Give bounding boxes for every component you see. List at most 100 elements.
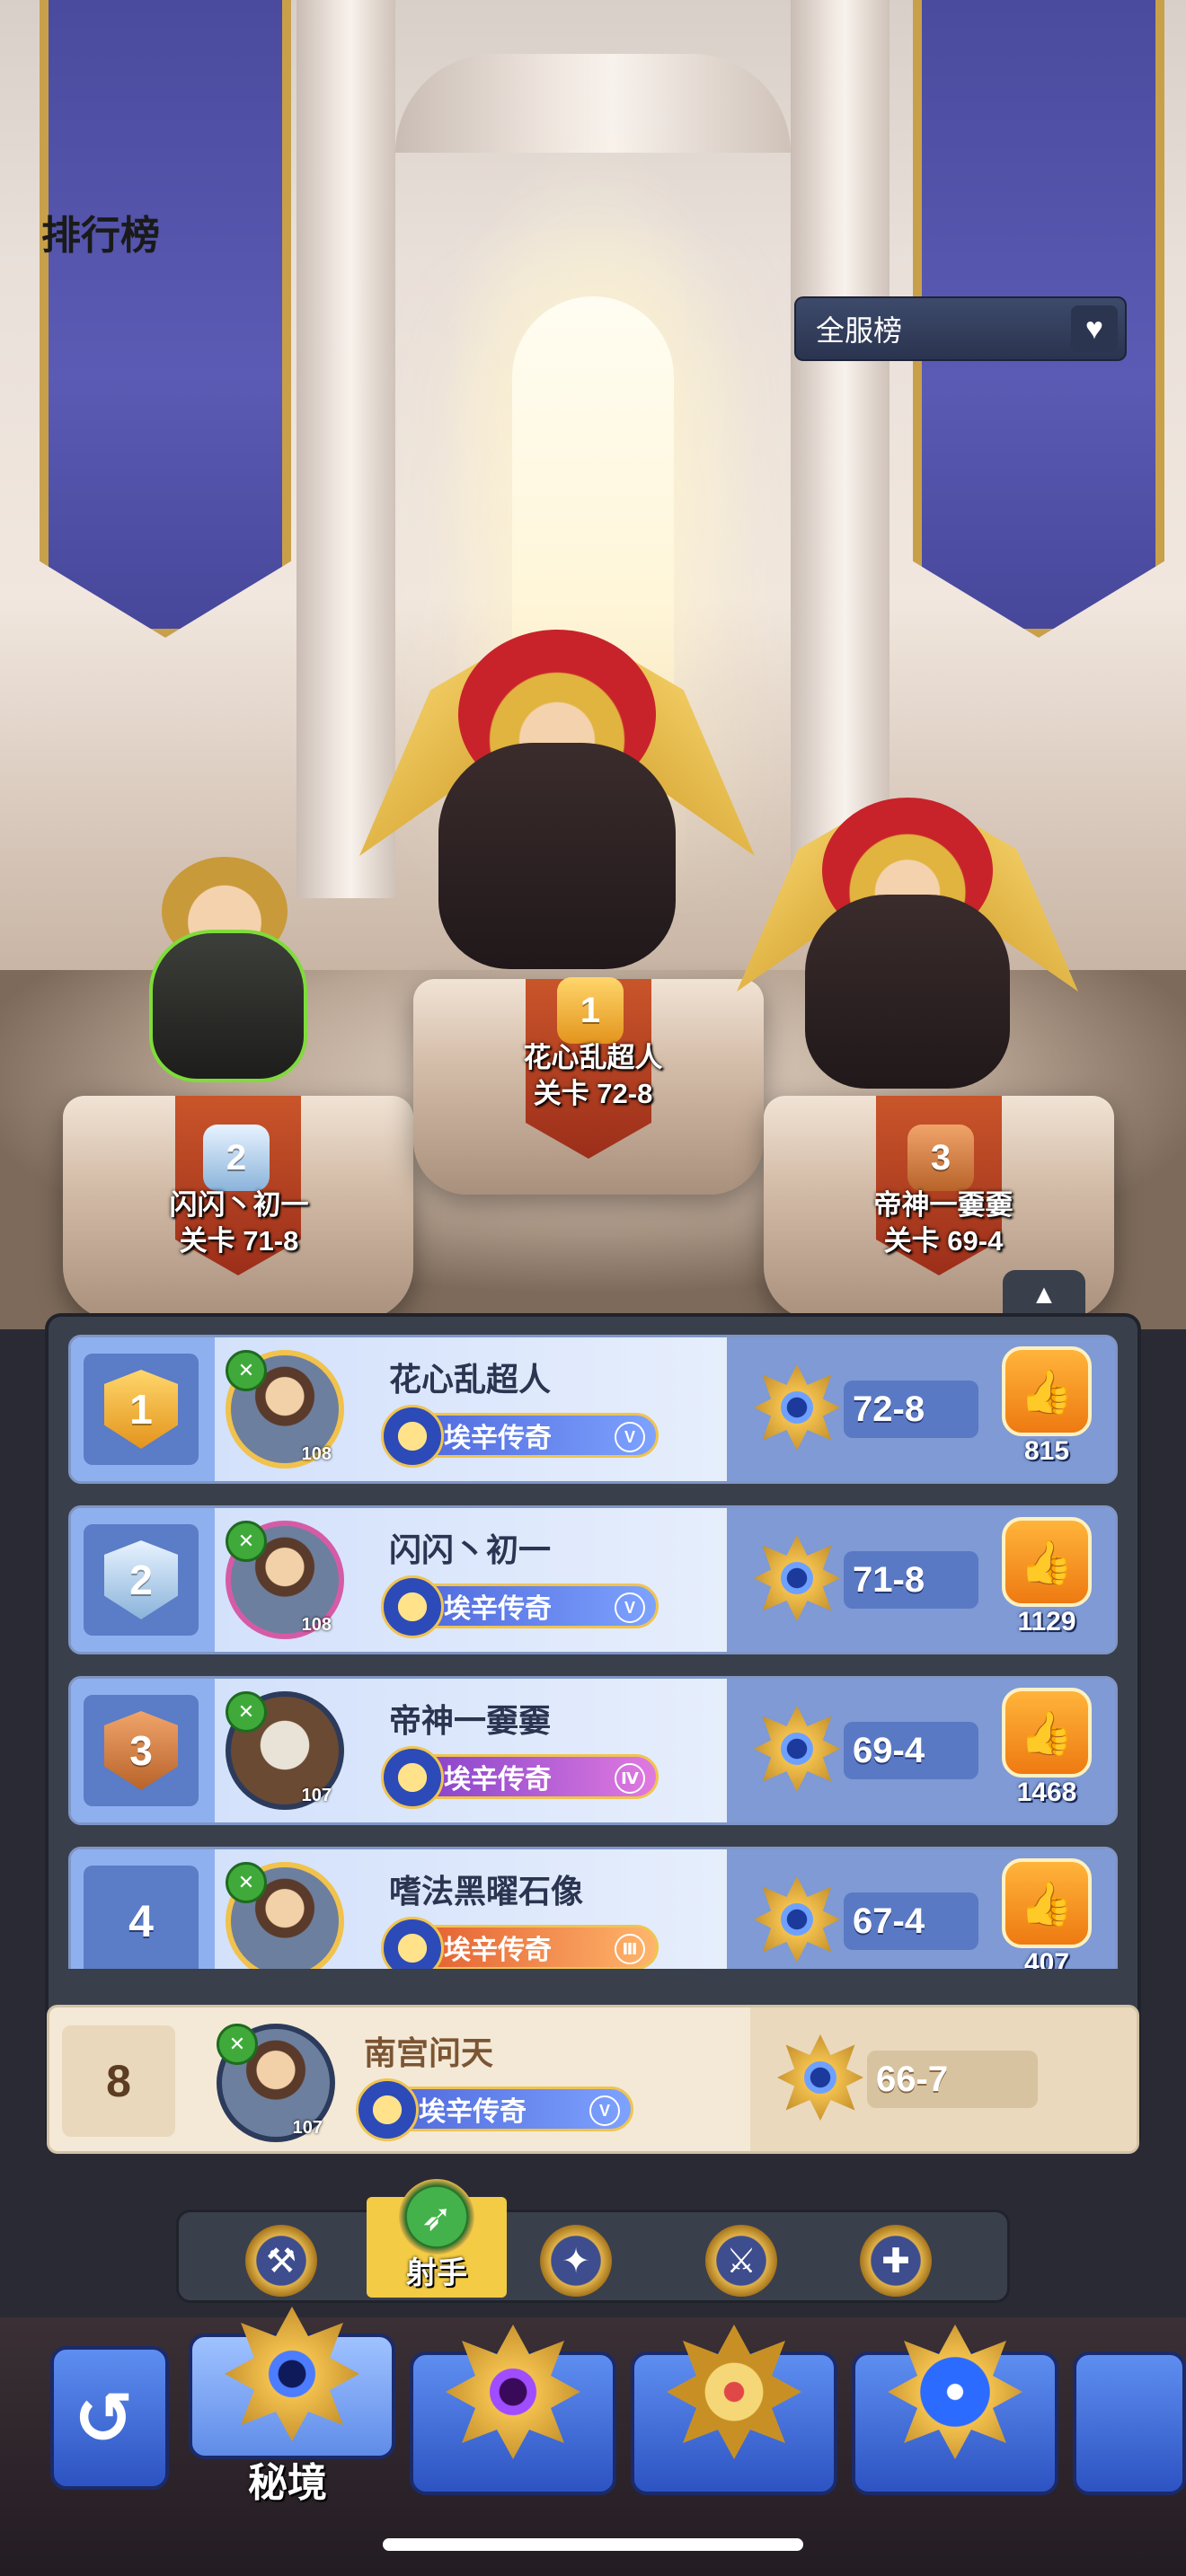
home-indicator <box>383 2538 803 2551</box>
nav-more[interactable] <box>1073 2351 1186 2495</box>
podium-2-name: 闪闪丶初一 <box>169 1189 309 1221</box>
podium-1-label: 花心乱超人 关卡 72-8 <box>476 1040 710 1113</box>
archer-class-badge-icon: ✕ <box>226 1862 267 1903</box>
player-name: 嗜法黑曜石像 <box>389 1873 584 1910</box>
like-button[interactable]: 👍 <box>1002 1858 1092 1948</box>
title-badge: 埃辛传奇 Ⅲ <box>381 1917 659 1969</box>
title-emblem-icon <box>381 1746 444 1809</box>
thumbs-up-icon: 👍 <box>1020 1368 1074 1416</box>
crown-icon <box>667 2325 801 2459</box>
my-rank-number: 8 <box>62 2025 175 2137</box>
like-count: 407 <box>1023 1948 1070 1969</box>
blade-class-icon[interactable]: ⚔ <box>705 2225 777 2297</box>
podium-scene: 1 花心乱超人 关卡 72-8 2 闪闪丶初一 关卡 71-8 3 帝神一嫑嫑 … <box>0 0 1186 1329</box>
my-rank-row[interactable]: 8 ✕ 107 南宫问天 埃辛传奇 V 66-7 <box>47 2005 1139 2154</box>
server-dropdown[interactable]: 全服榜 ♥ <box>794 296 1127 361</box>
stage-emblem-icon <box>754 1876 840 1963</box>
thumbs-up-icon: 👍 <box>1020 1880 1074 1928</box>
title-badge: 埃辛传奇 V <box>381 1405 659 1468</box>
class-tab-label: 射手 <box>406 2256 467 2290</box>
stage-value: 67-4 <box>844 1892 978 1950</box>
player-name: 花心乱超人 <box>389 1361 552 1398</box>
table-row[interactable]: 4 ✕ 嗜法黑曜石像 埃辛传奇 Ⅲ 67-4 👍 407 <box>68 1847 1118 1969</box>
title-emblem-icon <box>381 1575 444 1638</box>
tier-label: V <box>589 2095 620 2126</box>
class-filter-bar: ⚒ ✦ ⚔ ✚ <box>176 2210 1010 2303</box>
stage-value: 66-7 <box>867 2051 1038 2108</box>
player-name: 帝神一嫑嫑 <box>389 1702 552 1739</box>
avatar[interactable]: ✕ 107 <box>217 2024 335 2142</box>
podium-2-stage: 关卡 71-8 <box>179 1225 299 1257</box>
avatar[interactable]: ✕ 108 <box>226 1521 344 1639</box>
gold-shield-icon: 1 <box>104 1370 178 1449</box>
arch-top <box>395 54 791 153</box>
back-button[interactable]: ↺ <box>50 2346 169 2490</box>
table-row[interactable]: 2 ✕ 108 闪闪丶初一 埃辛传奇 V 71-8 👍 1129 <box>68 1505 1118 1654</box>
like-count: 1468 <box>1016 1778 1077 1807</box>
podium-1-name: 花心乱超人 <box>523 1042 663 1073</box>
player-level: 108 <box>301 1444 332 1464</box>
archer-class-badge-icon: ✕ <box>226 1521 267 1562</box>
stage-emblem-icon <box>754 1706 840 1792</box>
title-badge: 埃辛传奇 Ⅳ <box>381 1746 659 1809</box>
podium-medal-3: 3 <box>907 1125 974 1191</box>
like-button[interactable]: 👍 <box>1002 1517 1092 1607</box>
podium-1-stage: 关卡 72-8 <box>533 1078 653 1110</box>
left-banner <box>40 0 291 638</box>
stage-value: 72-8 <box>844 1381 978 1438</box>
podium-3-stage: 关卡 69-4 <box>883 1225 1004 1257</box>
thumbs-up-icon: 👍 <box>1020 1709 1074 1758</box>
podium-medal-2: 2 <box>203 1125 270 1191</box>
table-row[interactable]: 3 ✕ 107 帝神一嫑嫑 埃辛传奇 Ⅳ 69-4 👍 1468 <box>68 1676 1118 1825</box>
page-title: 排行榜 <box>41 214 160 258</box>
avatar[interactable]: ✕ 108 <box>226 1350 344 1469</box>
star-gate-icon <box>888 2325 1022 2459</box>
avatar[interactable]: ✕ 107 <box>226 1691 344 1810</box>
archer-class-badge-icon: ✕ <box>217 2024 258 2065</box>
archer-class-badge-icon: ✕ <box>226 1350 267 1391</box>
podium-3-name: 帝神一嫑嫑 <box>873 1189 1013 1221</box>
void-orb-icon <box>446 2325 580 2459</box>
rank-badge: 1 <box>84 1354 199 1465</box>
podium-3-label: 帝神一嫑嫑 关卡 69-4 <box>827 1187 1060 1260</box>
tier-label: V <box>615 1422 645 1452</box>
server-dropdown-value: 全服榜 <box>816 314 903 347</box>
player-name: 闪闪丶初一 <box>389 1531 552 1568</box>
stage-emblem-icon <box>754 1364 840 1451</box>
rank-badge: 3 <box>84 1695 199 1806</box>
stage-value: 71-8 <box>844 1551 978 1609</box>
chevron-up-icon: ▲ <box>1031 1280 1058 1310</box>
title-badge: 埃辛传奇 V <box>381 1575 659 1638</box>
hero-rank-1[interactable] <box>359 611 755 988</box>
ranking-list[interactable]: 1 ✕ 108 花心乱超人 埃辛传奇 V 72-8 👍 815 2 ✕ 108 闪闪丶… <box>68 1335 1118 1969</box>
pillar <box>791 0 890 898</box>
priest-class-icon[interactable]: ✚ <box>860 2225 932 2297</box>
title-badge: 埃辛传奇 V <box>356 2078 633 2141</box>
stage-emblem-icon <box>754 1535 840 1621</box>
player-level: 108 <box>301 1615 332 1635</box>
player-name: 南宫问天 <box>364 2034 494 2071</box>
tier-label: V <box>615 1592 645 1623</box>
rank-number: 4 <box>128 1896 154 1946</box>
player-level: 107 <box>301 1786 332 1805</box>
staff-class-icon[interactable]: ✦ <box>540 2225 612 2297</box>
axe-class-icon[interactable]: ⚒ <box>245 2225 317 2297</box>
like-button[interactable]: 👍 <box>1002 1346 1092 1436</box>
title-emblem-icon <box>381 1917 444 1969</box>
like-button[interactable]: 👍 <box>1002 1688 1092 1778</box>
hero-rank-2[interactable] <box>99 844 350 1087</box>
return-arrow-icon: ↺ <box>74 2378 135 2458</box>
table-row[interactable]: 1 ✕ 108 花心乱超人 埃辛传奇 V 72-8 👍 815 <box>68 1335 1118 1484</box>
nav-secret-realm-label: 秘境 <box>248 2461 327 2505</box>
like-count: 815 <box>1023 1436 1070 1466</box>
archer-class-icon: ➶ <box>399 2179 474 2254</box>
secret-realm-icon <box>225 2307 359 2441</box>
chevron-down-icon[interactable]: ♥ <box>1071 305 1118 352</box>
class-tab-archer[interactable]: ➶ 射手 <box>367 2179 507 2298</box>
hero-rank-3[interactable] <box>737 781 1078 1105</box>
rank-badge: 2 <box>84 1524 199 1636</box>
thumbs-up-icon: 👍 <box>1020 1539 1074 1587</box>
tier-label: Ⅲ <box>615 1934 645 1964</box>
podium-2-label: 闪闪丶初一 关卡 71-8 <box>122 1187 356 1260</box>
silver-shield-icon: 2 <box>104 1540 178 1619</box>
